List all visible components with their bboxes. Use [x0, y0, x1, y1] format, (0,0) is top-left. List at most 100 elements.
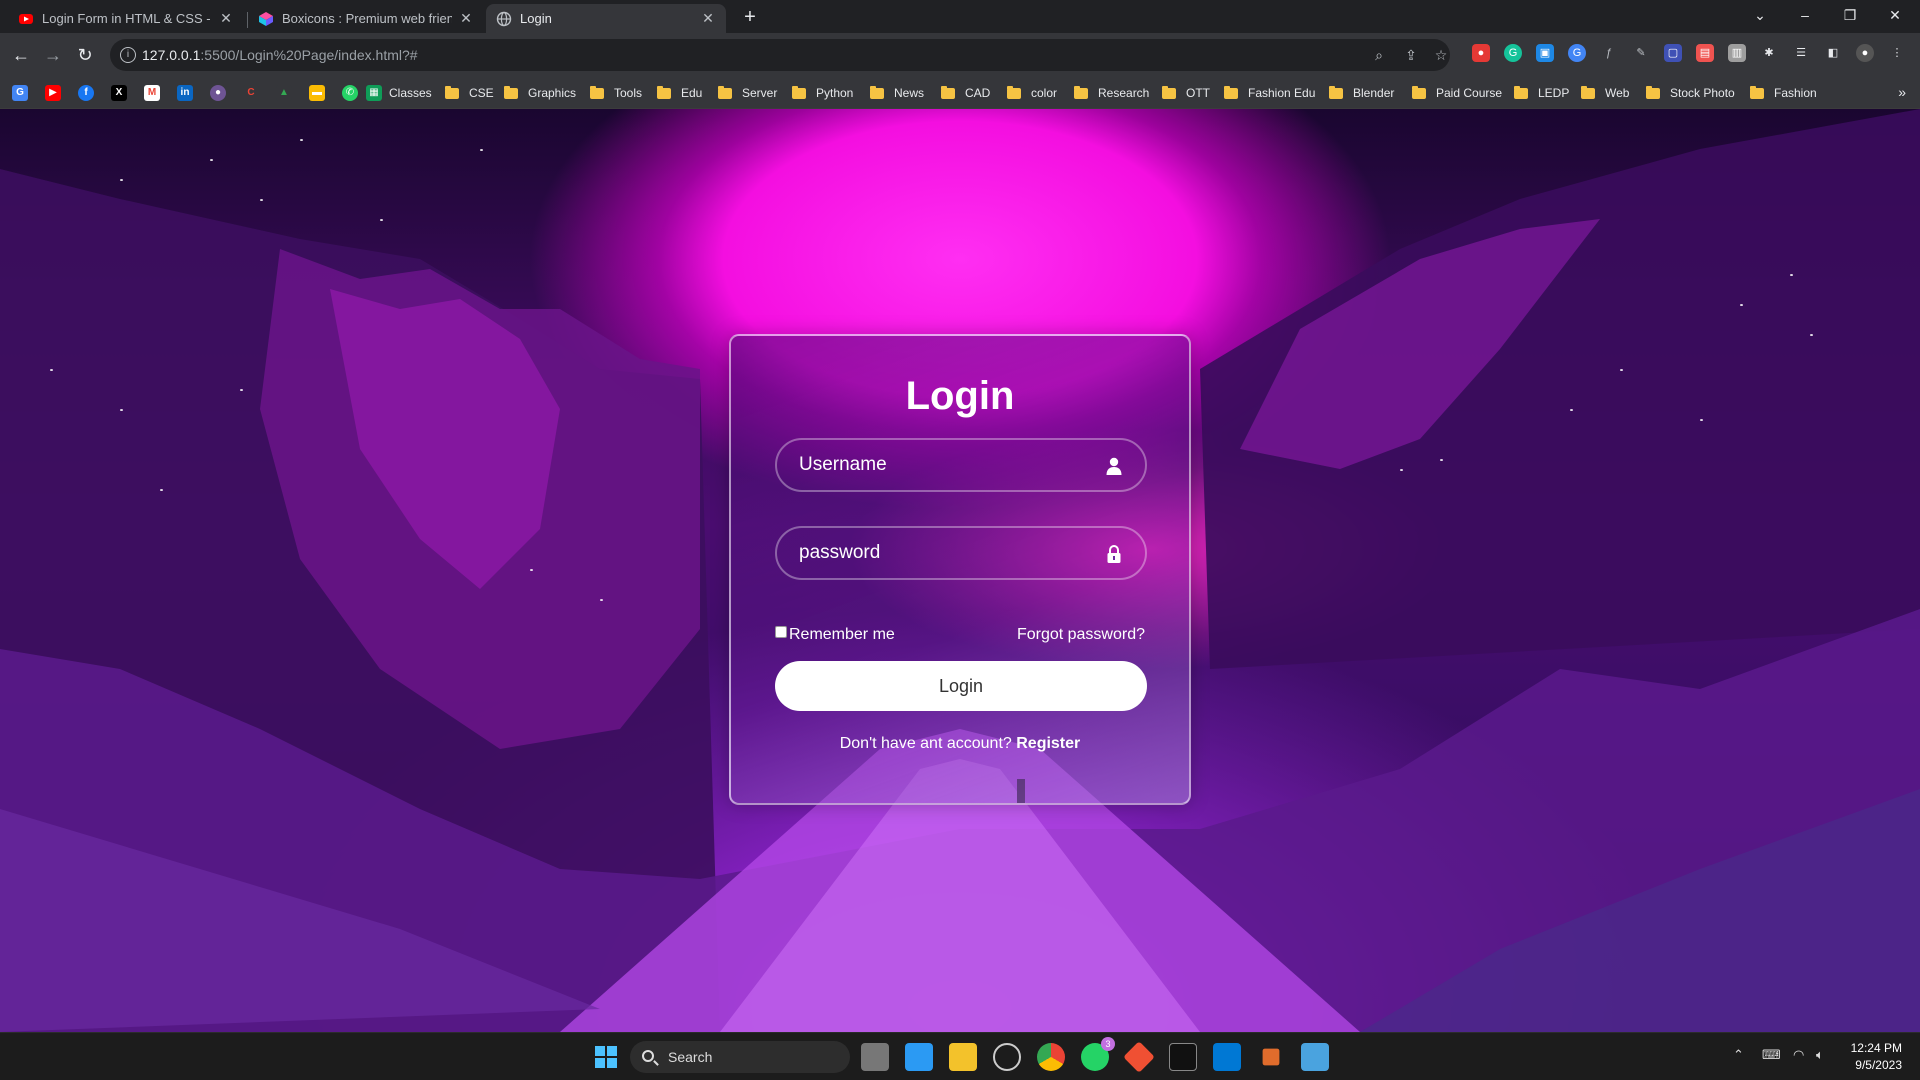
more-bookmarks-icon[interactable]: »	[1898, 84, 1906, 100]
youtube-bookmark-icon[interactable]: ▶	[45, 85, 61, 101]
linkedin-icon[interactable]: in	[177, 85, 193, 101]
bookmark-news[interactable]: News	[870, 84, 924, 102]
whatsapp-icon[interactable]: 3	[1081, 1037, 1115, 1071]
bookmark-graphics[interactable]: Graphics	[504, 84, 576, 102]
keyboard-icon[interactable]: ⌨	[1762, 1047, 1781, 1063]
remember-me[interactable]: Remember me	[775, 626, 895, 644]
wifi-icon[interactable]: ◠	[1793, 1047, 1804, 1063]
menu-icon[interactable]: ⋮	[1888, 44, 1906, 62]
clock[interactable]: 12:24 PM 9/5/2023	[1851, 1040, 1902, 1074]
translate-icon[interactable]: G	[1568, 44, 1586, 62]
tab-search-icon[interactable]: ⌄	[1740, 0, 1780, 30]
folder-icon	[870, 85, 884, 99]
bookmark-edu[interactable]: Edu	[657, 84, 702, 102]
extensions-puzzle-icon[interactable]: ✱	[1760, 44, 1778, 62]
side-panel-icon[interactable]: ◧	[1824, 44, 1842, 62]
extension-icon[interactable]: ▤	[1696, 44, 1714, 62]
tab-login[interactable]: Login ✕	[486, 4, 726, 33]
tab-title: Boxicons : Premium web friendly	[282, 11, 452, 26]
folder-icon	[657, 85, 671, 99]
translate-bookmark-icon[interactable]: G	[12, 85, 28, 101]
task-view-icon[interactable]	[861, 1043, 889, 1071]
extension-icon[interactable]: ▣	[1536, 44, 1554, 62]
chevron-up-icon[interactable]: ⌃	[1733, 1047, 1744, 1063]
reading-list-icon[interactable]: ☰	[1792, 44, 1810, 62]
bookmark-fashion[interactable]: Fashion	[1750, 84, 1817, 102]
bookmark-cse[interactable]: CSE	[445, 84, 494, 102]
share-icon[interactable]: ⇪	[1402, 46, 1420, 64]
close-icon[interactable]: ✕	[700, 10, 716, 27]
bookmark-tools[interactable]: Tools	[590, 84, 642, 102]
extension-icon[interactable]: ●	[1472, 44, 1490, 62]
bookmark-ledp[interactable]: LEDP	[1514, 84, 1569, 102]
bookmark-research[interactable]: Research	[1074, 84, 1149, 102]
register-link[interactable]: Register	[1016, 735, 1080, 752]
extension-icon[interactable]: ▢	[1664, 44, 1682, 62]
zoom-icon[interactable]: ⌕	[1370, 46, 1388, 64]
bookmark-star-icon[interactable]: ☆	[1432, 46, 1450, 64]
forward-icon[interactable]: →	[42, 44, 64, 66]
taskbar-search[interactable]: Search	[630, 1041, 850, 1073]
volume-icon[interactable]: 🔈︎	[1816, 1047, 1824, 1063]
terminal-icon[interactable]	[1169, 1043, 1197, 1071]
folder-icon	[1581, 85, 1595, 99]
folder-icon	[1750, 85, 1764, 99]
tab-youtube[interactable]: Login Form in HTML & CSS - You ✕	[8, 4, 244, 33]
widgets-icon[interactable]	[905, 1043, 933, 1071]
bookmark-red-icon[interactable]: C	[243, 85, 259, 101]
url-text[interactable]: 127.0.0.1:5500/Login%20Page/index.html?#	[142, 47, 418, 63]
vscode-icon[interactable]	[1213, 1043, 1241, 1071]
obs-icon[interactable]	[993, 1043, 1021, 1071]
star	[120, 409, 123, 411]
gmail-icon[interactable]: M	[144, 85, 160, 101]
folder-icon	[1007, 85, 1021, 99]
new-tab-button[interactable]: +	[738, 6, 762, 30]
star	[1400, 469, 1403, 471]
git-icon[interactable]	[1123, 1041, 1155, 1073]
tab-boxicons[interactable]: Boxicons : Premium web friendly ✕	[248, 4, 484, 33]
windows-start-icon[interactable]	[592, 1043, 620, 1071]
address-bar[interactable]: i 127.0.0.1:5500/Login%20Page/index.html…	[110, 39, 1450, 71]
bookmark-blender[interactable]: Blender	[1329, 84, 1394, 102]
bookmark-web[interactable]: Web	[1581, 84, 1629, 102]
bookmark-python[interactable]: Python	[792, 84, 853, 102]
reload-icon[interactable]: ↻	[74, 44, 96, 66]
bookmark-classes[interactable]: Classes	[389, 84, 432, 102]
close-icon[interactable]: ✕	[218, 10, 234, 27]
profile-avatar[interactable]: ●	[1856, 44, 1874, 62]
extension-icon[interactable]: ▥	[1728, 44, 1746, 62]
grammarly-icon[interactable]: G	[1504, 44, 1522, 62]
formula-icon[interactable]: ƒ	[1600, 44, 1618, 62]
bookmark-ott[interactable]: OTT	[1162, 84, 1210, 102]
facebook-icon[interactable]: f	[78, 85, 94, 101]
bookmark-color[interactable]: color	[1007, 84, 1057, 102]
site-info-icon[interactable]: i	[120, 47, 136, 63]
remember-checkbox[interactable]	[775, 626, 787, 638]
back-icon[interactable]: ←	[10, 44, 32, 66]
bookmark-paid-course[interactable]: Paid Course	[1412, 84, 1502, 102]
eyedropper-icon[interactable]: ✎	[1632, 44, 1650, 62]
password-input[interactable]: password	[775, 526, 1147, 580]
bookmark-cad[interactable]: CAD	[941, 84, 990, 102]
window-close-icon[interactable]: ✕	[1875, 0, 1915, 30]
forgot-password-link[interactable]: Forgot password?	[1017, 626, 1145, 644]
google-drive-icon[interactable]: ▲	[276, 85, 292, 101]
file-explorer-icon[interactable]	[949, 1043, 977, 1071]
restore-icon[interactable]: ❐	[1830, 0, 1870, 30]
login-button[interactable]: Login	[775, 661, 1147, 711]
x-icon[interactable]: X	[111, 85, 127, 101]
classroom-icon[interactable]: ▦	[366, 85, 382, 101]
bookmark-stock-photo[interactable]: Stock Photo	[1646, 84, 1735, 102]
bookmark-server[interactable]: Server	[718, 84, 777, 102]
bookmark-fashion-edu[interactable]: Fashion Edu	[1224, 84, 1315, 102]
close-icon[interactable]: ✕	[458, 10, 474, 27]
github-icon[interactable]: ●	[210, 85, 226, 101]
notepad-icon[interactable]	[1301, 1043, 1329, 1071]
username-input[interactable]: Username	[775, 438, 1147, 492]
chrome-icon[interactable]	[1037, 1043, 1065, 1071]
star	[300, 139, 303, 141]
whatsapp-bookmark-icon[interactable]: ✆	[342, 85, 358, 101]
app-icon[interactable]	[1262, 1048, 1280, 1066]
minimize-icon[interactable]: –	[1785, 0, 1825, 30]
keep-icon[interactable]: ▬	[309, 85, 325, 101]
